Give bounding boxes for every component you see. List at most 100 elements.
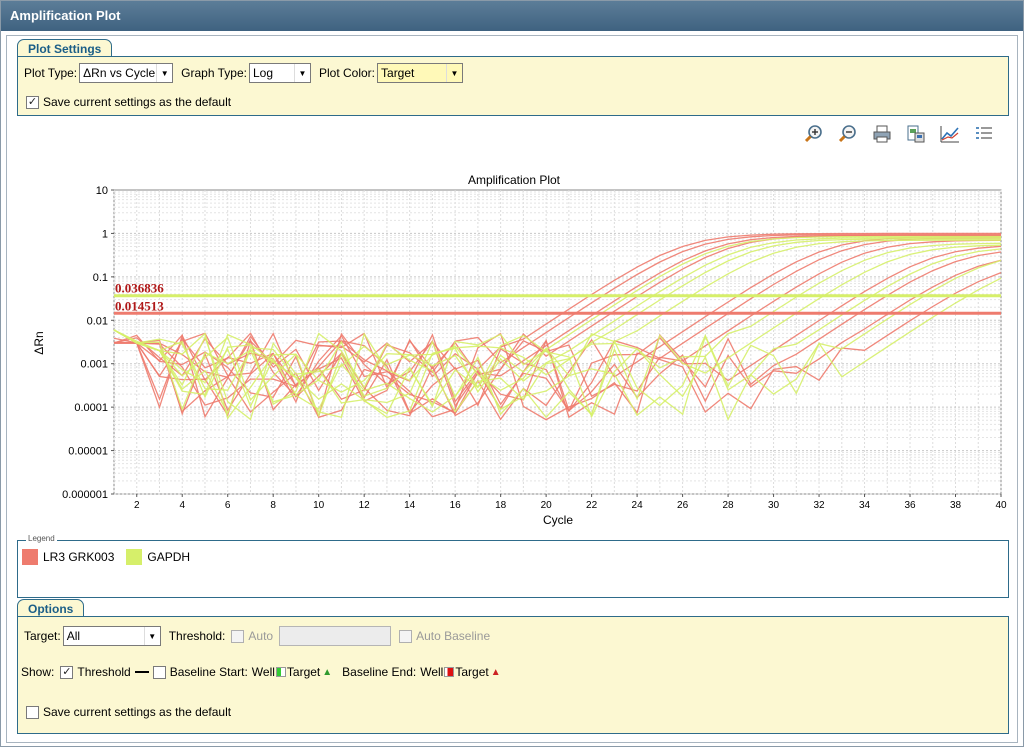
graph-type-select[interactable]: Log ▼ — [248, 63, 311, 83]
triangle-icon: ▲ — [490, 666, 501, 678]
target-value: All — [66, 629, 81, 643]
baseline-end-well-marker — [444, 667, 455, 677]
x-tick-label: 34 — [859, 500, 871, 511]
x-tick-label: 30 — [768, 500, 780, 511]
zoom-in-icon[interactable] — [803, 123, 825, 145]
list-icon[interactable] — [973, 123, 995, 145]
plot-settings-panel: Plot Type: ΔRn vs Cycle ▼ Graph Type: Lo… — [17, 56, 1009, 116]
baseline-start-well-label: Well — [251, 665, 275, 679]
x-tick-label: 40 — [995, 500, 1007, 511]
legend-swatch — [22, 549, 38, 565]
threshold-value-input[interactable] — [279, 626, 392, 646]
amplification-chart-svg: 0.036836 0.014513 10 1 0.1 0.01 0.001 0.0001 0.… — [32, 173, 1007, 527]
auto-threshold-label: Auto — [248, 629, 274, 643]
show-baseline-checkbox[interactable] — [152, 665, 166, 679]
x-tick-label: 14 — [404, 500, 416, 511]
auto-baseline-label: Auto Baseline — [416, 629, 491, 643]
legend-items: LR3 GRK003 GAPDH — [22, 549, 202, 565]
x-axis-label: Cycle — [543, 513, 573, 527]
chevron-down-icon: ▼ — [156, 64, 172, 82]
y-tick-label: 0.00001 — [68, 446, 108, 458]
x-tick-label: 12 — [359, 500, 371, 511]
threshold-label: 0.014513 — [115, 298, 164, 313]
save-settings-checkbox[interactable]: ✓ — [26, 95, 39, 109]
export-icon[interactable] — [905, 123, 927, 145]
x-tick-label: 22 — [586, 500, 598, 511]
chevron-down-icon: ▼ — [293, 64, 310, 82]
window-title: Amplification Plot — [10, 8, 121, 23]
plot-type-select[interactable]: ΔRn vs Cycle ▼ — [79, 63, 174, 83]
plot-settings-tab: Plot Settings — [17, 39, 113, 57]
baseline-start-well-marker — [275, 667, 286, 677]
plot-color-value: Target — [381, 66, 415, 80]
print-icon[interactable] — [871, 123, 893, 145]
legend-item-gapdh[interactable]: GAPDH — [126, 549, 190, 565]
triangle-icon: ▲ — [322, 666, 333, 678]
x-tick-label: 8 — [270, 500, 276, 511]
baseline-start-target-label: Target — [286, 665, 321, 679]
x-tick-label: 16 — [450, 500, 462, 511]
threshold-label: 0.036836 — [115, 281, 164, 296]
window-title-bar: Amplification Plot — [1, 1, 1023, 31]
graph-type-label: Graph Type: — [181, 66, 247, 80]
save-settings-label: Save current settings as the default — [43, 95, 232, 109]
amplification-chart: 0.036836 0.014513 10 1 0.1 0.01 0.001 0.0001 0.… — [17, 163, 1013, 535]
legend-label: GAPDH — [147, 550, 191, 564]
x-tick-label: 18 — [495, 500, 507, 511]
target-label: Target: — [24, 629, 61, 643]
x-tick-label: 38 — [950, 500, 962, 511]
plot-settings-tab-label: Plot Settings — [28, 42, 102, 56]
show-threshold-label: Threshold — [77, 665, 131, 679]
save-options-label: Save current settings as the default — [43, 705, 232, 719]
plot-type-value: ΔRn vs Cycle — [83, 66, 156, 80]
x-tick-label: 28 — [723, 500, 735, 511]
amplification-plot-window: Amplification Plot Plot Settings Plot Ty… — [0, 0, 1024, 747]
x-tick-label: 4 — [179, 500, 185, 511]
baseline-end-well-label: Well — [420, 665, 444, 679]
options-tab-label: Options — [28, 602, 74, 616]
baseline-start-label: Baseline Start: — [169, 665, 248, 679]
y-tick-label: 0.001 — [80, 359, 108, 371]
save-options-checkbox[interactable] — [26, 705, 39, 719]
legend-box: Legend LR3 GRK003 GAPDH — [17, 534, 1009, 598]
threshold-line-swatch — [134, 671, 149, 673]
legend-title: Legend — [26, 534, 57, 543]
baseline-end-target-label: Target — [455, 665, 489, 679]
options-tab: Options — [17, 599, 85, 617]
line-chart-icon[interactable] — [939, 123, 961, 145]
x-tick-label: 2 — [134, 500, 140, 511]
graph-type-value: Log — [252, 66, 274, 80]
plot-color-label: Plot Color: — [318, 66, 376, 80]
y-tick-label: 10 — [96, 185, 108, 197]
show-label: Show: — [21, 665, 55, 679]
x-tick-label: 26 — [677, 500, 689, 511]
x-tick-label: 20 — [541, 500, 553, 511]
x-tick-label: 6 — [225, 500, 231, 511]
legend-swatch — [126, 549, 143, 565]
legend-item-lr3-grk003[interactable]: LR3 GRK003 — [22, 549, 114, 565]
options-panel: Target: All ▼ Threshold: Auto Auto Basel… — [17, 616, 1009, 734]
y-tick-label: 0.1 — [93, 272, 108, 284]
y-tick-label: 0.000001 — [62, 489, 108, 501]
baseline-end-label: Baseline End: — [342, 665, 417, 679]
plot-toolbar — [803, 123, 995, 145]
legend-label: LR3 GRK003 — [43, 550, 115, 564]
chevron-down-icon: ▼ — [143, 627, 160, 645]
auto-baseline-checkbox[interactable] — [399, 629, 413, 643]
y-tick-label: 0.01 — [87, 315, 108, 327]
chevron-down-icon: ▼ — [446, 64, 462, 82]
threshold-label: Threshold: — [168, 629, 226, 643]
target-select[interactable]: All ▼ — [62, 626, 161, 646]
x-tick-label: 10 — [313, 500, 325, 511]
plot-color-select[interactable]: Target ▼ — [377, 63, 464, 83]
x-tick-label: 36 — [904, 500, 916, 511]
chart-title: Amplification Plot — [468, 173, 561, 187]
x-tick-label: 32 — [813, 500, 825, 511]
y-tick-label: 1 — [102, 228, 108, 240]
y-axis-label: ΔRn — [32, 331, 46, 354]
zoom-out-icon[interactable] — [837, 123, 859, 145]
show-threshold-checkbox[interactable]: ✓ — [60, 665, 74, 679]
auto-threshold-checkbox[interactable] — [231, 629, 245, 643]
x-tick-label: 24 — [632, 500, 644, 511]
plot-type-label: Plot Type: — [24, 66, 78, 80]
